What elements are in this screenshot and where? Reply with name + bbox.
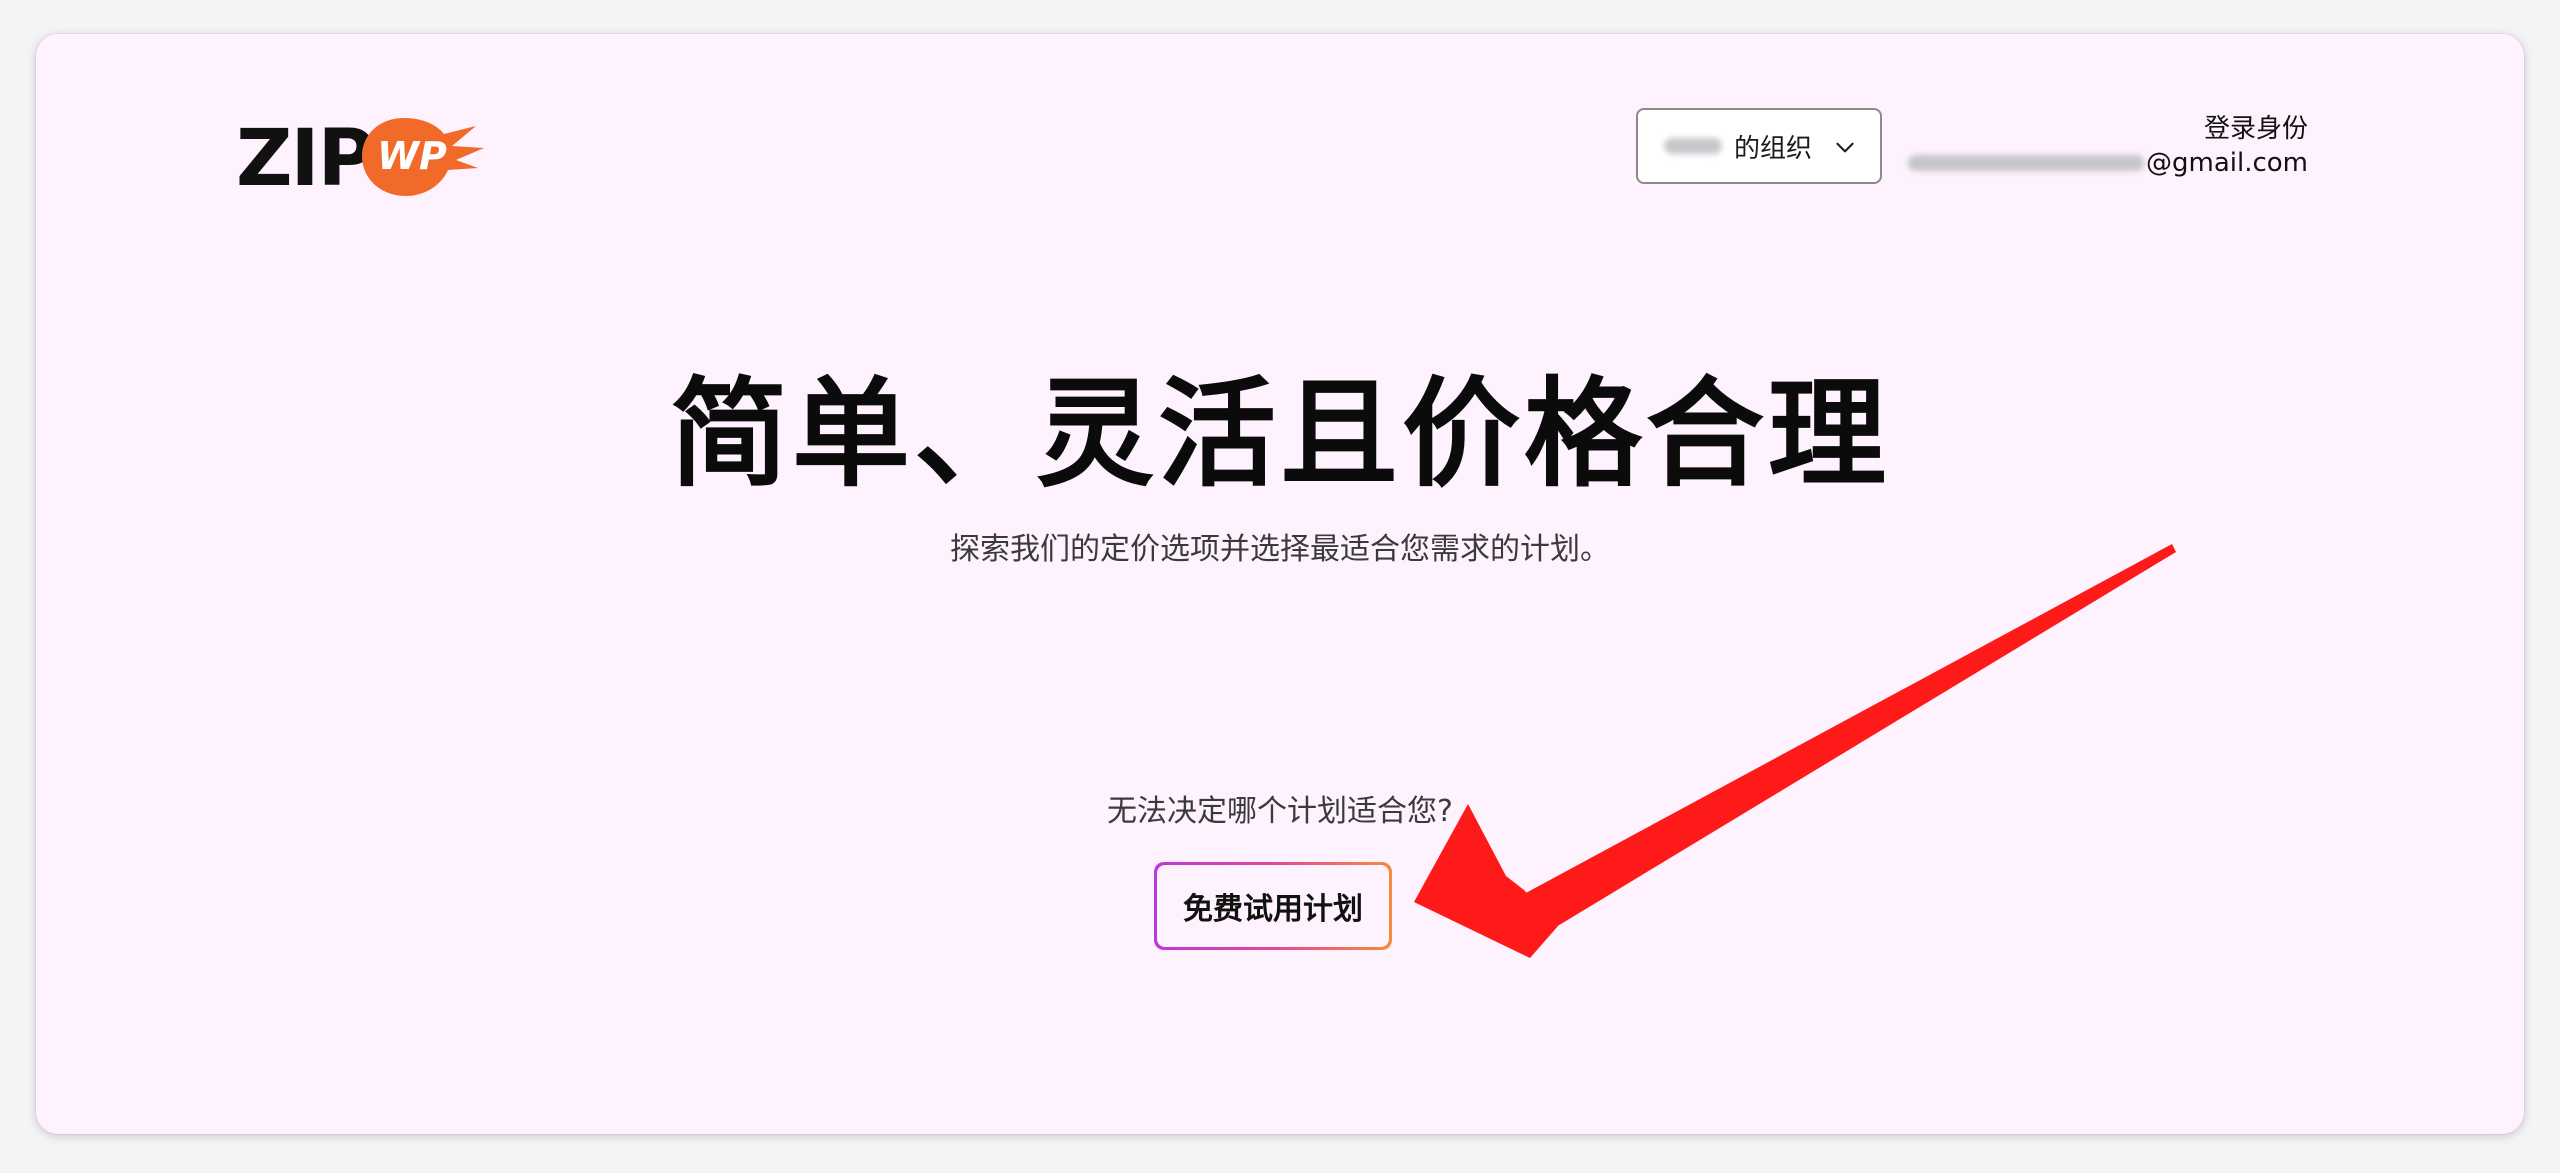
logo-wordmark: ZIP (236, 114, 375, 204)
zipwp-logo[interactable]: ZIP WP (236, 104, 526, 214)
redacted-email-user (1907, 155, 2144, 171)
page-title: 简单、灵活且价格合理 (669, 365, 1890, 503)
org-selector[interactable]: 的组织 (1636, 108, 1882, 184)
login-email: @gmail.com (1907, 148, 2308, 178)
chevron-down-icon (1836, 142, 1854, 153)
login-identity-label: 登录身份 (2203, 114, 2308, 144)
logo-badge-text: WP (377, 134, 447, 178)
page-frame: ZIP WP 的组织 登录身份 @gmail.com 简单、灵活且价格合理 探索… (36, 34, 2524, 1134)
org-selector-label: 的组织 (1734, 133, 1813, 164)
page-subtitle: 探索我们的定价选项并选择最适合您需求的计划。 (950, 532, 1610, 567)
free-trial-plan-button[interactable]: 免费试用计划 (1154, 862, 1392, 950)
redacted-org-name (1664, 138, 1722, 154)
free-trial-plan-label: 免费试用计划 (1157, 865, 1389, 947)
logo-wp-badge: WP (360, 112, 486, 200)
plan-help-question: 无法决定哪个计划适合您? (1107, 794, 1453, 829)
email-domain: @gmail.com (2145, 148, 2308, 178)
